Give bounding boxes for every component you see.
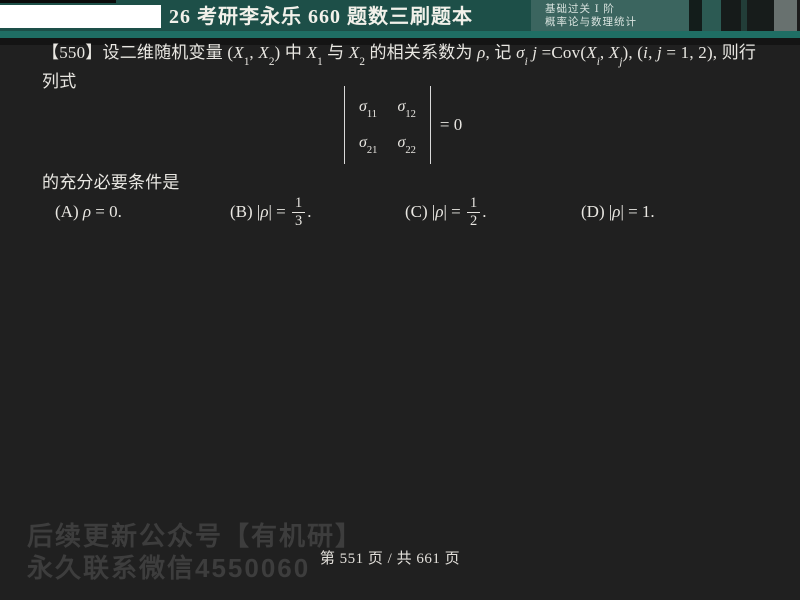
header-accent-line xyxy=(0,31,800,38)
stage-label: 基础过关 Ⅰ 阶 xyxy=(545,4,615,15)
chapter-info-box: 基础过关 Ⅰ 阶 概率论与数理统计 xyxy=(531,0,689,31)
header-stripe xyxy=(689,0,702,31)
header-stripe xyxy=(702,0,721,31)
book-title: 26 考研李永乐 660 题数三刷题本 xyxy=(169,6,473,28)
page-indicator: 第 551 页 / 共 661 页 xyxy=(319,551,461,567)
option-c[interactable]: (C) |ρ| = 12. xyxy=(405,190,486,234)
matrix-cell-22: σ22 xyxy=(397,134,416,157)
matrix-cell-21: σ21 xyxy=(359,134,378,157)
header-top-sliver xyxy=(0,0,116,3)
option-a[interactable]: (A) ρ = 0. xyxy=(55,190,122,234)
header-stripe xyxy=(774,0,797,31)
problem-statement-line1: 【550】设二维随机变量 (X1, X2) 中 X1 与 X2 的相关系数为 ρ… xyxy=(42,43,757,68)
matrix-cell-11: σ11 xyxy=(359,98,378,121)
determinant-matrix: σ11 σ12 σ21 σ22 xyxy=(345,86,430,164)
problem-statement-line2: 列式 xyxy=(42,72,77,91)
header-white-box xyxy=(0,5,161,28)
determinant-equals-zero: = 0 xyxy=(439,115,463,134)
matrix-cell-12: σ12 xyxy=(397,98,416,121)
determinant-right-bar xyxy=(429,86,431,164)
header-stripe xyxy=(721,0,741,31)
option-b[interactable]: (B) |ρ| = 13. xyxy=(230,190,311,234)
option-d[interactable]: (D) |ρ| = 1. xyxy=(581,190,655,234)
header-stripe xyxy=(747,0,774,31)
determinant-expression: σ11 σ12 σ21 σ22 = 0 xyxy=(344,86,462,164)
subject-label: 概率论与数理统计 xyxy=(545,17,637,28)
header-bar: 26 考研李永乐 660 题数三刷题本 基础过关 Ⅰ 阶 概率论与数理统计 xyxy=(0,0,800,38)
